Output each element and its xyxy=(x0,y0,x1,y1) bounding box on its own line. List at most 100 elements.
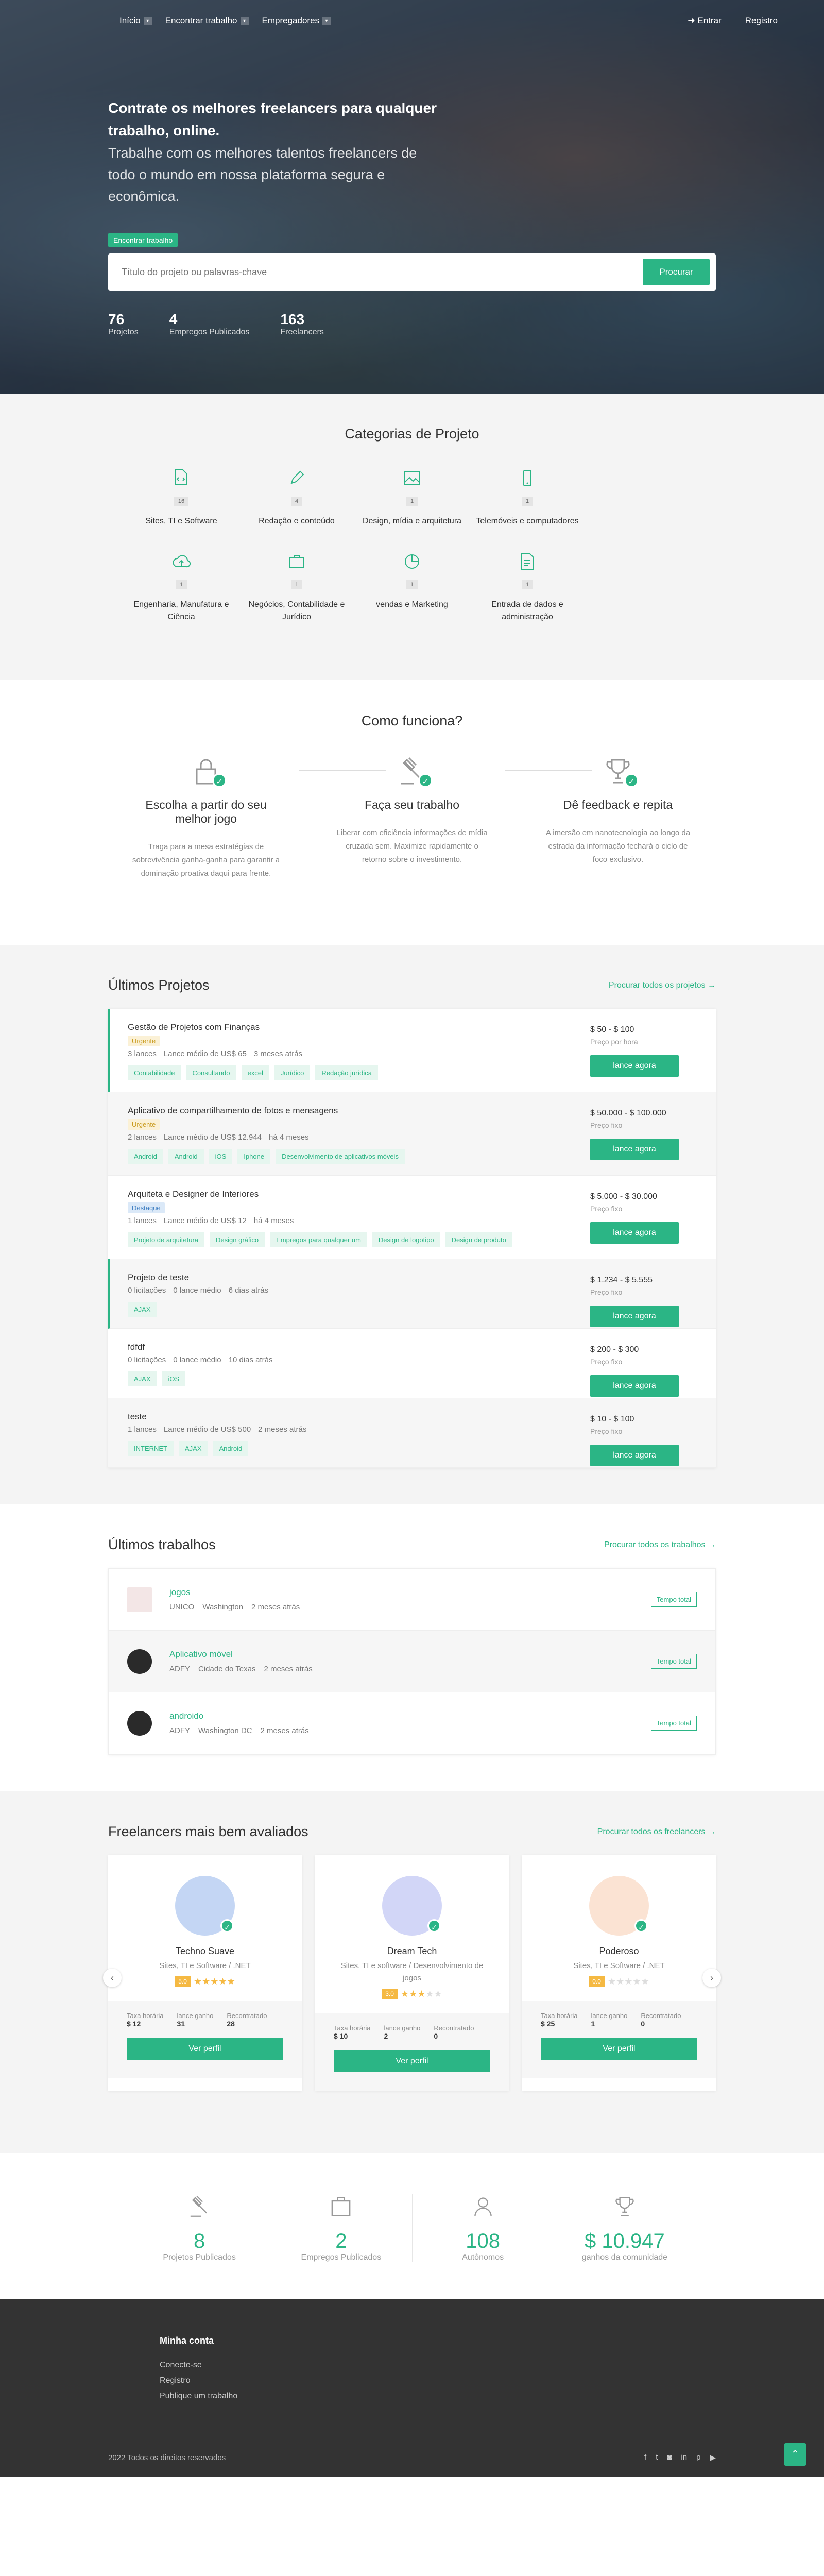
project-price: $ 10 - $ 100 xyxy=(590,1415,634,1423)
project-tag[interactable]: Redação jurídica xyxy=(315,1065,378,1080)
register-link[interactable]: Registro xyxy=(745,15,778,26)
footer-link[interactable]: Conecte-se xyxy=(160,2361,202,2369)
category-item[interactable]: 1 Negócios, Contabilidade e Jurídico xyxy=(239,551,354,623)
project-meta-item: há 4 meses xyxy=(253,1216,294,1225)
project-tag[interactable]: Iphone xyxy=(237,1149,271,1164)
browse-freelancers-link[interactable]: Procurar todos os freelancers → xyxy=(597,1827,716,1837)
job-type-badge[interactable]: Tempo total xyxy=(650,1716,697,1731)
project-tag[interactable]: Projeto de arquitetura xyxy=(128,1232,205,1247)
instagram-icon[interactable]: ◙ xyxy=(667,2453,672,2462)
project-badge: Urgente xyxy=(128,1036,160,1046)
footer-link[interactable]: Registro xyxy=(160,2376,191,2385)
job-type-badge[interactable]: Tempo total xyxy=(650,1592,697,1607)
bid-now-button[interactable]: lance agora xyxy=(590,1375,679,1397)
project-meta-item: Lance médio de US$ 65 xyxy=(163,1049,247,1058)
carousel-next-arrow[interactable]: › xyxy=(702,1969,721,1987)
project-tag[interactable]: Empregos para qualquer um xyxy=(270,1232,367,1247)
jobs-title: Últimos trabalhos xyxy=(108,1537,216,1552)
nav-item-1[interactable]: Encontrar trabalho ▾ xyxy=(165,15,249,26)
project-tag[interactable]: excel xyxy=(241,1065,269,1080)
project-tag[interactable]: AJAX xyxy=(128,1371,157,1386)
project-tag[interactable]: Android xyxy=(128,1149,163,1164)
freelancer-name[interactable]: Dream Tech xyxy=(315,1946,509,1957)
back-to-top-button[interactable]: ⌃ xyxy=(784,2443,806,2466)
project-tag[interactable]: Android xyxy=(168,1149,204,1164)
project-tag[interactable]: INTERNET xyxy=(128,1441,174,1456)
project-tag[interactable]: iOS xyxy=(209,1149,233,1164)
project-meta-item: 10 dias atrás xyxy=(228,1355,273,1364)
facebook-icon[interactable]: f xyxy=(644,2453,646,2462)
stat-value: 4 xyxy=(169,311,178,327)
project-tag[interactable]: AJAX xyxy=(179,1441,208,1456)
project-title[interactable]: Gestão de Projetos com Finanças xyxy=(128,1022,590,1032)
how-step: ✓ Escolha a partir do seu melhor jogo Trag… xyxy=(129,755,283,880)
how-step: ✓ Faça seu trabalho Liberar com eficiência… xyxy=(335,755,489,880)
lock-icon: ✓ xyxy=(190,755,227,788)
job-row: androido ADFY Washington DC 2 meses atrás Te… xyxy=(109,1692,715,1754)
job-time: 2 meses atrás xyxy=(251,1603,300,1612)
login-link[interactable]: ➜ Entrar xyxy=(688,15,721,26)
search-button[interactable]: Procurar xyxy=(643,259,710,285)
footer-heading: Minha conta xyxy=(160,2335,214,2346)
project-meta-item: Lance médio de US$ 12 xyxy=(163,1216,247,1225)
browse-projects-link[interactable]: Procurar todos os projetos → xyxy=(609,981,716,990)
check-icon: ✓ xyxy=(212,773,227,788)
project-tag[interactable]: Design de produto xyxy=(445,1232,512,1247)
nav-item-2[interactable]: Empregadores ▾ xyxy=(262,15,331,26)
category-item[interactable]: 1 vendas e Marketing xyxy=(354,551,470,623)
nav-item-0[interactable]: Início ▾ xyxy=(119,15,152,26)
find-work-tab[interactable]: Encontrar trabalho xyxy=(108,233,178,247)
company-logo xyxy=(127,1710,152,1736)
job-type-badge[interactable]: Tempo total xyxy=(650,1654,697,1669)
search-input[interactable] xyxy=(122,266,643,278)
linkedin-icon[interactable]: in xyxy=(681,2453,687,2462)
bid-now-button[interactable]: lance agora xyxy=(590,1306,679,1327)
bid-now-button[interactable]: lance agora xyxy=(590,1445,679,1466)
category-item[interactable]: 1 Design, mídia e arquitetura xyxy=(354,468,470,528)
project-title[interactable]: Projeto de teste xyxy=(128,1273,590,1283)
freelancer-name[interactable]: Techno Suave xyxy=(108,1946,302,1957)
category-item[interactable]: 4 Redação e conteúdo xyxy=(239,468,354,528)
bid-now-button[interactable]: lance agora xyxy=(590,1222,679,1244)
view-profile-button[interactable]: Ver perfil xyxy=(334,2050,490,2072)
project-tag[interactable]: Contabilidade xyxy=(128,1065,181,1080)
project-tag[interactable]: Consultando xyxy=(186,1065,236,1080)
stat-value: 2 xyxy=(384,2032,388,2040)
view-profile-button[interactable]: Ver perfil xyxy=(541,2038,697,2060)
project-tag[interactable]: Design gráfico xyxy=(210,1232,265,1247)
view-profile-button[interactable]: Ver perfil xyxy=(127,2038,283,2060)
project-tag[interactable]: Android xyxy=(213,1441,249,1456)
project-title[interactable]: teste xyxy=(128,1412,590,1422)
category-count: 1 xyxy=(521,497,534,506)
category-item[interactable]: 16 Sites, TI e Software xyxy=(124,468,239,528)
project-title[interactable]: fdfdf xyxy=(128,1342,590,1352)
category-item[interactable]: 1 Telemóveis e computadores xyxy=(470,468,585,528)
project-price-type: Preço fixo xyxy=(590,1121,623,1129)
pinterest-icon[interactable]: p xyxy=(696,2453,700,2462)
job-title[interactable]: Aplicativo móvel xyxy=(169,1649,321,1659)
job-company: ADFY xyxy=(169,1665,191,1673)
project-title[interactable]: Aplicativo de compartilhamento de fotos … xyxy=(128,1106,590,1116)
project-title[interactable]: Arquiteta e Designer de Interiores xyxy=(128,1189,590,1199)
footer-link[interactable]: Publique um trabalho xyxy=(160,2392,237,2400)
category-item[interactable]: 1 Engenharia, Manufatura e Ciência xyxy=(124,551,239,623)
browse-jobs-link[interactable]: Procurar todos os trabalhos → xyxy=(604,1540,716,1550)
job-title[interactable]: androido xyxy=(169,1711,317,1721)
twitter-icon[interactable]: t xyxy=(656,2453,658,2462)
project-tag[interactable]: Desenvolvimento de aplicativos móveis xyxy=(276,1149,405,1164)
project-tag[interactable]: Design de logotipo xyxy=(372,1232,440,1247)
bid-now-button[interactable]: lance agora xyxy=(590,1055,679,1077)
bid-now-button[interactable]: lance agora xyxy=(590,1139,679,1160)
category-item[interactable]: 1 Entrada de dados e administração xyxy=(470,551,585,623)
carousel-prev-arrow[interactable]: ‹ xyxy=(103,1969,122,1987)
star-icon: ★ xyxy=(632,1976,641,1987)
gavel-icon xyxy=(186,2194,212,2219)
youtube-icon[interactable]: ▶ xyxy=(710,2453,716,2462)
project-tag[interactable]: iOS xyxy=(162,1371,186,1386)
freelancer-name[interactable]: Poderoso xyxy=(522,1946,716,1957)
project-tag[interactable]: AJAX xyxy=(128,1302,157,1317)
project-tag[interactable]: Jurídico xyxy=(274,1065,311,1080)
category-name: Redação e conteúdo xyxy=(259,517,335,526)
counter: 8 Projetos Publicados xyxy=(129,2194,271,2262)
job-title[interactable]: jogos xyxy=(169,1587,308,1598)
